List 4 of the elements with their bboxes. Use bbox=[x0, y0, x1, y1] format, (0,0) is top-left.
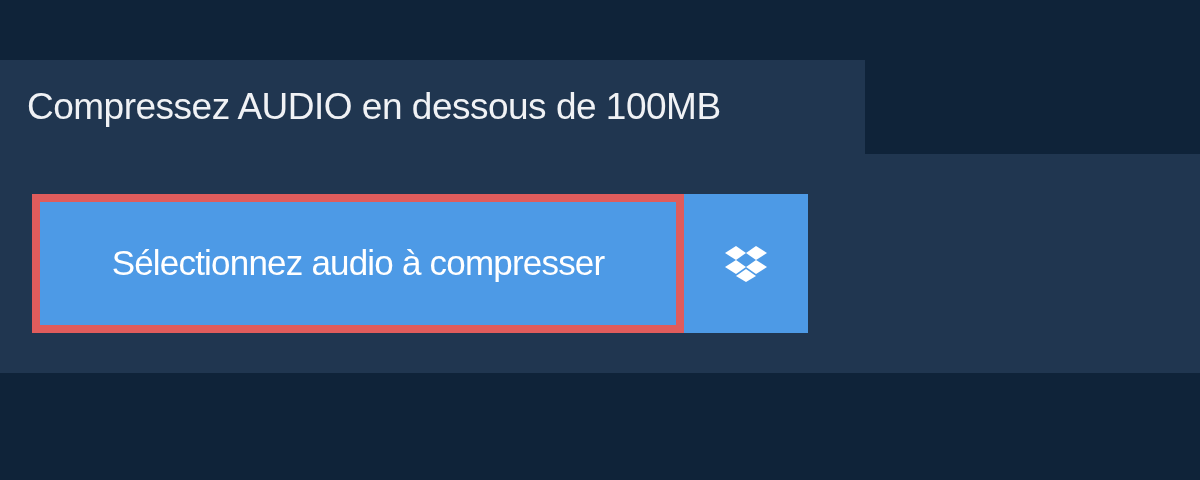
select-audio-button[interactable]: Sélectionnez audio à compresser bbox=[32, 194, 684, 333]
dropbox-icon bbox=[725, 245, 767, 282]
dropbox-button[interactable] bbox=[684, 194, 808, 333]
tab-title: Compressez AUDIO en dessous de 100MB bbox=[27, 85, 721, 130]
